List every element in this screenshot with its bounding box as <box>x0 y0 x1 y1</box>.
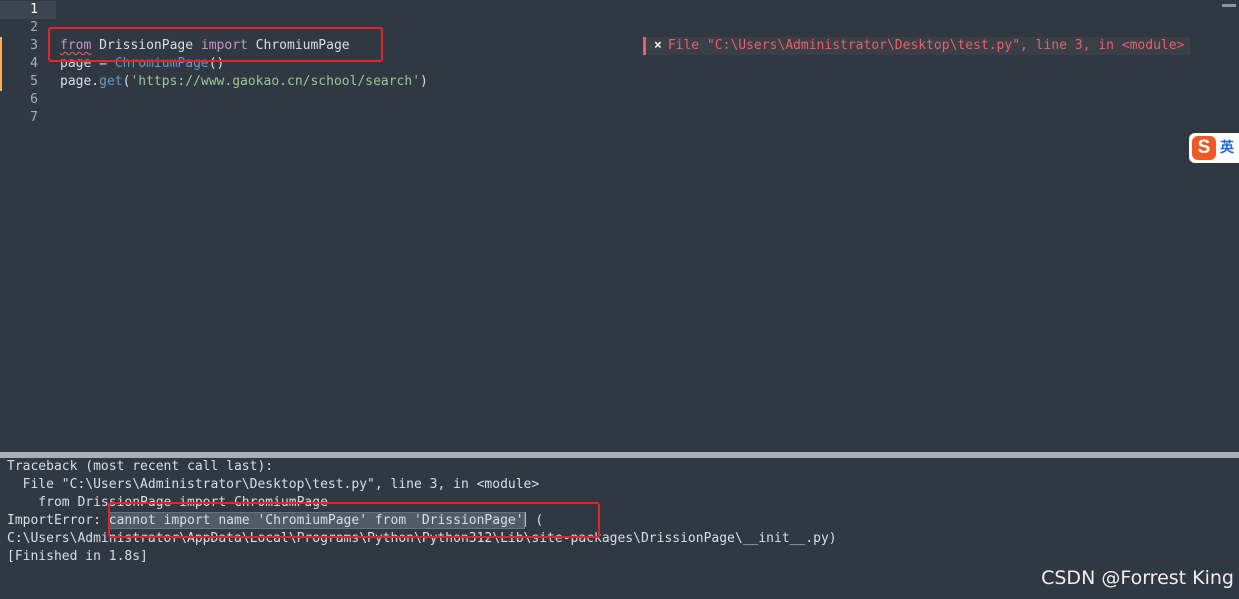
code-line-5[interactable]: page.get('https://www.gaokao.cn/school/s… <box>60 73 428 91</box>
line-number: 1 <box>30 2 38 17</box>
watermark: CSDN @Forrest King <box>1041 567 1234 589</box>
line-number: 4 <box>30 56 38 71</box>
close-paren: ) <box>420 74 428 89</box>
annotation-box-error-message <box>108 502 600 538</box>
output-line: Traceback (most recent call last): <box>7 459 274 474</box>
line-number: 2 <box>30 20 38 35</box>
ime-mode-label: 英 <box>1220 140 1234 156</box>
line-number: 3 <box>30 38 38 53</box>
error-phantom-text: File "C:\Users\Administrator\Desktop\tes… <box>667 38 1185 53</box>
error-type: ImportError: <box>7 513 109 528</box>
object-name: page. <box>60 74 100 89</box>
line-number: 6 <box>30 92 38 107</box>
method-name: get <box>99 74 123 89</box>
ime-indicator[interactable]: S 英 <box>1189 133 1239 163</box>
line-number: 5 <box>30 74 38 89</box>
error-phantom: × File "C:\Users\Administrator\Desktop\te… <box>643 37 1191 55</box>
annotation-box-import-line <box>48 27 383 62</box>
output-line: File "C:\Users\Administrator\Desktop\tes… <box>7 477 540 492</box>
code-editor[interactable]: 1 2 3 4 5 6 7 from DrissionPage import C… <box>0 0 1239 452</box>
minimap-indicator[interactable] <box>1222 4 1236 7</box>
sogou-logo-icon: S <box>1192 136 1216 160</box>
url-string: 'https://www.gaokao.cn/school/search' <box>130 74 421 89</box>
close-icon[interactable]: × <box>654 38 662 53</box>
finished-status: [Finished in 1.8s] <box>7 549 148 564</box>
line-gutter: 1 2 3 4 5 6 7 <box>0 0 56 452</box>
line-number: 7 <box>30 110 38 125</box>
